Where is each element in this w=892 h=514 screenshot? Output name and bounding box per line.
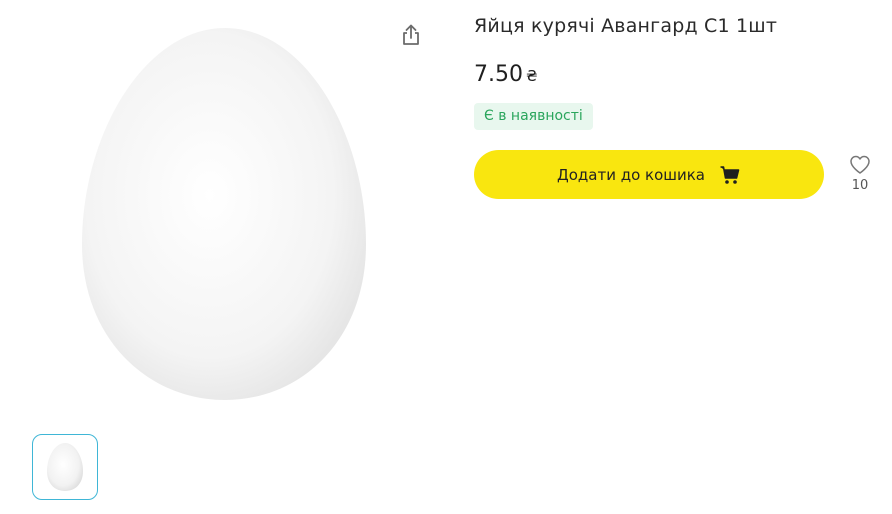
share-button[interactable] <box>396 20 426 50</box>
share-icon <box>403 24 419 45</box>
favorites-count: 10 <box>851 178 869 193</box>
product-price: 7.50 ₴ <box>474 60 538 91</box>
product-thumbnail[interactable] <box>32 434 98 500</box>
product-main-image <box>40 14 410 414</box>
product-title: Яйця курячі Авангард С1 1шт <box>474 15 778 37</box>
add-to-cart-label: Додати до кошика <box>557 165 705 184</box>
favorite-button[interactable]: 10 <box>846 155 874 193</box>
price-currency: ₴ <box>525 67 538 85</box>
product-gallery <box>0 0 460 514</box>
price-value: 7.50 <box>474 62 523 87</box>
egg-image <box>82 28 366 400</box>
availability-badge: Є в наявності <box>474 103 593 130</box>
cart-icon <box>719 164 741 186</box>
add-to-cart-button[interactable]: Додати до кошика <box>474 150 824 199</box>
heart-icon <box>850 155 870 174</box>
egg-thumbnail-image <box>47 443 83 491</box>
product-info: Яйця курячі Авангард С1 1шт 7.50 ₴ Є в на… <box>474 0 892 514</box>
